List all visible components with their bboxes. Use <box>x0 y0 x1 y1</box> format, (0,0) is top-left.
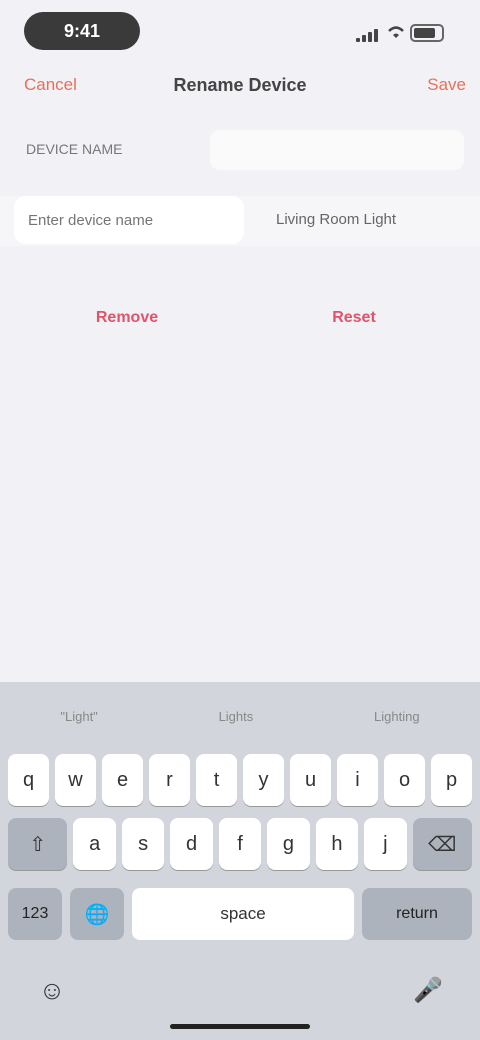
field-card <box>210 130 464 170</box>
key-r[interactable]: r <box>149 754 190 806</box>
key-f[interactable]: f <box>218 818 262 870</box>
shift-key[interactable]: ⇧ <box>8 818 68 870</box>
cellular-signal-icon <box>356 28 380 42</box>
status-time: 9:41 <box>24 12 140 50</box>
key-e[interactable]: e <box>102 754 143 806</box>
keyboard-row-3: 123 🌐 space return <box>8 888 472 940</box>
key-j[interactable]: j <box>364 818 407 870</box>
globe-icon[interactable]: 🌐 <box>70 888 124 940</box>
wifi-icon <box>386 24 406 42</box>
suggestion-item[interactable]: Lighting <box>374 709 420 724</box>
space-key[interactable]: space <box>132 888 354 940</box>
microphone-icon[interactable]: 🎤 <box>406 968 450 1012</box>
emoji-icon[interactable]: ☺ <box>30 968 74 1012</box>
key-g[interactable]: g <box>267 818 310 870</box>
key-t[interactable]: t <box>196 754 237 806</box>
key-a[interactable]: a <box>73 818 116 870</box>
key-y[interactable]: y <box>243 754 284 806</box>
device-name-input[interactable] <box>14 196 244 244</box>
keyboard-row-2: ⇧ a s d f g h j ⌫ <box>8 818 473 870</box>
key-o[interactable]: o <box>384 754 425 806</box>
numbers-key[interactable]: 123 <box>8 888 62 940</box>
reset-button[interactable]: Reset <box>308 296 400 340</box>
suggestion-bar: "Light" Lights Lighting <box>0 694 480 738</box>
suggestion-item[interactable]: Lights <box>219 709 254 724</box>
return-key[interactable]: return <box>362 888 472 940</box>
device-name-value[interactable]: Living Room Light <box>262 196 462 244</box>
backspace-key[interactable]: ⌫ <box>412 818 473 870</box>
key-p[interactable]: p <box>431 754 472 806</box>
keyboard-row-1: q w e r t y u i o p <box>8 754 472 806</box>
battery-icon <box>410 24 444 42</box>
key-d[interactable]: d <box>170 818 213 870</box>
key-s[interactable]: s <box>121 818 165 870</box>
key-u[interactable]: u <box>290 754 331 806</box>
save-button[interactable]: Save <box>410 70 466 100</box>
cancel-button[interactable]: Cancel <box>24 70 94 100</box>
suggestion-item[interactable]: "Light" <box>60 709 97 724</box>
remove-button[interactable]: Remove <box>72 296 182 340</box>
key-i[interactable]: i <box>337 754 378 806</box>
key-w[interactable]: w <box>55 754 96 806</box>
home-indicator <box>170 1024 310 1029</box>
page-title: Rename Device <box>173 75 307 95</box>
key-q[interactable]: q <box>8 754 49 806</box>
section-label: DEVICE NAME <box>26 141 123 157</box>
key-h[interactable]: h <box>315 818 359 870</box>
